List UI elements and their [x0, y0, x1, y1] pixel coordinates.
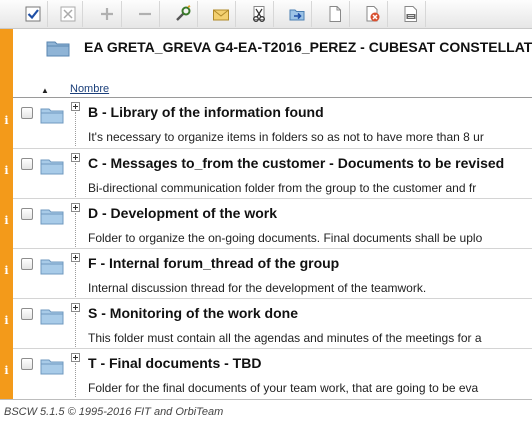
- tree-line: [75, 363, 76, 397]
- info-icon[interactable]: i: [0, 264, 13, 277]
- sort-ascending-icon[interactable]: ▲: [41, 86, 49, 95]
- uncheck-all-icon: [60, 6, 75, 22]
- folder-description: This folder must contain all the agendas…: [88, 331, 482, 345]
- mail-icon: [212, 9, 229, 21]
- folder-description: Folder to organize the on-going document…: [88, 231, 483, 245]
- list-item: F - Internal forum_thread of the group I…: [13, 248, 532, 299]
- page-title: EA GRETA_GREVA G4-EA-T2016_PEREZ - CUBES…: [84, 39, 532, 55]
- tree-line: [75, 112, 76, 146]
- list-item: B - Library of the information found It'…: [13, 98, 532, 148]
- row-checkbox[interactable]: [21, 107, 33, 119]
- expand-all-button[interactable]: [92, 1, 122, 27]
- folder-icon[interactable]: [40, 157, 64, 175]
- row-checkbox[interactable]: [21, 158, 33, 170]
- check-all-icon: [25, 6, 40, 22]
- tree-line: [75, 163, 76, 197]
- expand-all-icon: [100, 8, 113, 20]
- list-item: T - Final documents - TBD Folder for the…: [13, 348, 532, 399]
- expand-toggle[interactable]: [71, 303, 80, 312]
- zip-icon: [404, 6, 417, 22]
- row-checkbox[interactable]: [21, 208, 33, 220]
- expand-toggle[interactable]: [71, 153, 80, 162]
- info-icon[interactable]: i: [0, 114, 13, 127]
- zip-button[interactable]: [396, 1, 426, 27]
- folder-description: Bi-directional communication folder from…: [88, 181, 477, 195]
- list-item: S - Monitoring of the work done This fol…: [13, 298, 532, 349]
- copy-button[interactable]: [320, 1, 350, 27]
- expand-toggle[interactable]: [71, 353, 80, 362]
- column-header-name[interactable]: Nombre: [70, 83, 109, 95]
- row-checkbox[interactable]: [21, 358, 33, 370]
- toolbar: [0, 0, 532, 29]
- uncheck-all-button[interactable]: [53, 1, 83, 27]
- collapse-all-icon: [138, 12, 151, 16]
- tools-icon: [175, 5, 190, 21]
- folder-title[interactable]: B - Library of the information found: [88, 104, 324, 120]
- info-icon[interactable]: i: [0, 314, 13, 327]
- tree-line: [75, 263, 76, 297]
- folder-description: Folder for the final documents of your t…: [88, 381, 479, 395]
- collapse-all-button[interactable]: [130, 1, 160, 27]
- cut-button[interactable]: [244, 1, 274, 27]
- folder-title[interactable]: D - Development of the work: [88, 205, 277, 221]
- check-all-button[interactable]: [18, 1, 48, 27]
- expand-toggle[interactable]: [71, 253, 80, 262]
- cut-icon: [252, 6, 265, 22]
- tools-button[interactable]: [168, 1, 198, 27]
- delete-button[interactable]: [358, 1, 388, 27]
- delete-icon: [366, 6, 379, 22]
- tree-line: [75, 313, 76, 347]
- folder-icon: [46, 41, 70, 57]
- folder-title[interactable]: T - Final documents - TBD: [88, 355, 261, 371]
- folder-description: Internal discussion thread for the devel…: [88, 281, 427, 295]
- tree-line: [75, 213, 76, 247]
- folder-description: It's necessary to organize items in fold…: [88, 130, 484, 144]
- folder-title[interactable]: S - Monitoring of the work done: [88, 305, 298, 321]
- copy-icon: [329, 6, 341, 22]
- info-icon[interactable]: i: [0, 214, 13, 227]
- expand-toggle[interactable]: [71, 203, 80, 212]
- folder-title[interactable]: C - Messages to_from the customer - Docu…: [88, 155, 504, 171]
- expand-toggle[interactable]: [71, 102, 80, 111]
- info-icon[interactable]: i: [0, 364, 13, 377]
- move-icon: [289, 9, 304, 21]
- folder-title[interactable]: F - Internal forum_thread of the group: [88, 255, 339, 271]
- folder-icon[interactable]: [40, 106, 64, 124]
- folder-header: EA GRETA_GREVA G4-EA-T2016_PEREZ - CUBES…: [13, 29, 532, 99]
- footer-copyright: BSCW 5.1.5 © 1995-2016 FIT and OrbiTeam: [4, 406, 224, 418]
- folder-icon[interactable]: [40, 207, 64, 225]
- row-checkbox[interactable]: [21, 258, 33, 270]
- list-item: C - Messages to_from the customer - Docu…: [13, 148, 532, 199]
- row-checkbox[interactable]: [21, 308, 33, 320]
- list-bottom-divider: [0, 399, 532, 400]
- folder-icon[interactable]: [40, 357, 64, 375]
- move-button[interactable]: [282, 1, 312, 27]
- folder-icon[interactable]: [40, 257, 64, 275]
- info-icon[interactable]: i: [0, 164, 13, 177]
- list-item: D - Development of the work Folder to or…: [13, 198, 532, 249]
- mail-button[interactable]: [206, 1, 236, 27]
- folder-icon[interactable]: [40, 307, 64, 325]
